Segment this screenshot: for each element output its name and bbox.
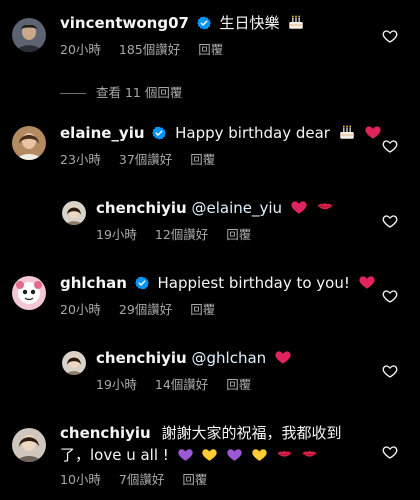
comment-body: Happy birthday dear [175, 124, 330, 142]
comment-time: 20小時 [60, 302, 101, 317]
reply-button[interactable]: 回覆 [226, 227, 251, 242]
comment-text-row: 了，love u all ! [60, 444, 318, 466]
mention-link[interactable]: @ghlchan [192, 349, 267, 367]
comment-meta: 10小時 7個讚好 回覆 [60, 472, 221, 488]
avatar[interactable] [62, 351, 86, 375]
comment-username[interactable]: chenchiyiu [96, 199, 187, 217]
comment-item: chenchiyiu 謝謝大家的祝福，我都收到 了，love u all ! 1… [0, 410, 420, 500]
comment-meta: 19小時 12個讚好 回覆 [96, 227, 265, 243]
kiss-mark-emoji [301, 446, 318, 463]
comment-likes[interactable]: 185個讚好 [119, 42, 180, 57]
comment-username[interactable]: chenchiyiu [96, 349, 187, 367]
purple-heart-emoji [177, 446, 194, 463]
heart-outline-icon[interactable] [382, 288, 398, 304]
kiss-mark-emoji [316, 198, 334, 216]
comment-body: 生日快樂 [219, 14, 280, 32]
comment-body: 了，love u all ! [60, 446, 169, 464]
heart-outline-icon[interactable] [382, 363, 398, 379]
comment-time: 20小時 [60, 42, 101, 57]
birthday-cake-emoji [287, 13, 305, 31]
comment-time: 23小時 [60, 152, 101, 167]
reply-button[interactable]: 回覆 [190, 152, 215, 167]
comment-time: 19小時 [96, 227, 137, 242]
avatar[interactable] [12, 276, 46, 310]
divider-line [60, 93, 86, 94]
comment-body: Happiest birthday to you! [157, 274, 350, 292]
verified-badge-icon [135, 276, 149, 290]
comment-likes[interactable]: 14個讚好 [155, 377, 208, 392]
comment-meta: 23小時 37個讚好 回覆 [60, 152, 229, 168]
comment-item: elaine_yiu Happy birthday dear 23小時 37個讚… [0, 110, 420, 185]
comment-meta: 20小時 185個讚好 回覆 [60, 42, 237, 58]
reply-button[interactable]: 回覆 [226, 377, 251, 392]
heart-outline-icon[interactable] [382, 138, 398, 154]
reply-item: chenchiyiu @ghlchan 19小時 14個讚好 回覆 [0, 335, 420, 410]
yellow-heart-emoji [251, 446, 268, 463]
comment-likes[interactable]: 37個讚好 [119, 152, 172, 167]
heart-outline-icon[interactable] [382, 444, 398, 460]
red-heart-emoji [358, 273, 376, 291]
comment-text-row: chenchiyiu @elaine_yiu [96, 197, 334, 219]
yellow-heart-emoji [201, 446, 218, 463]
comment-username[interactable]: vincentwong07 [60, 14, 189, 32]
reply-button[interactable]: 回覆 [182, 472, 207, 487]
heart-outline-icon[interactable] [382, 28, 398, 44]
view-replies-button[interactable]: 查看 11 個回覆 [60, 82, 182, 101]
comment-item: vincentwong07 生日快樂 20小時 185個讚好 回覆 查看 11 … [0, 0, 420, 110]
comment-body: 謝謝大家的祝福，我都收到 [161, 424, 342, 442]
avatar[interactable] [12, 126, 46, 160]
avatar[interactable] [12, 18, 46, 52]
comment-time: 10小時 [60, 472, 101, 487]
comment-text-row: chenchiyiu 謝謝大家的祝福，我都收到 [60, 422, 342, 444]
reply-button[interactable]: 回覆 [198, 42, 223, 57]
comment-likes[interactable]: 7個讚好 [119, 472, 164, 487]
comment-item: ghlchan Happiest birthday to you! 20小時 2… [0, 260, 420, 335]
heart-outline-icon[interactable] [382, 213, 398, 229]
mention-link[interactable]: @elaine_yiu [192, 199, 283, 217]
verified-badge-icon [152, 126, 166, 140]
birthday-cake-emoji [338, 123, 356, 141]
comment-likes[interactable]: 12個讚好 [155, 227, 208, 242]
red-heart-emoji [290, 198, 308, 216]
purple-heart-emoji [226, 446, 243, 463]
comment-text-row: chenchiyiu @ghlchan [96, 347, 292, 369]
comment-username[interactable]: elaine_yiu [60, 124, 145, 142]
comment-time: 19小時 [96, 377, 137, 392]
comment-text-row: vincentwong07 生日快樂 [60, 12, 305, 34]
comment-meta: 20小時 29個讚好 回覆 [60, 302, 229, 318]
comment-username[interactable]: chenchiyiu [60, 424, 151, 442]
verified-badge-icon [197, 16, 211, 30]
red-heart-emoji [364, 123, 382, 141]
avatar[interactable] [62, 201, 86, 225]
comment-meta: 19小時 14個讚好 回覆 [96, 377, 265, 393]
comment-text-row: ghlchan Happiest birthday to you! [60, 272, 376, 294]
red-heart-emoji [274, 348, 292, 366]
view-replies-label: 查看 11 個回覆 [96, 85, 183, 100]
kiss-mark-emoji [276, 446, 293, 463]
avatar[interactable] [12, 428, 46, 462]
reply-button[interactable]: 回覆 [190, 302, 215, 317]
comment-username[interactable]: ghlchan [60, 274, 127, 292]
reply-item: chenchiyiu @elaine_yiu 19小時 12個讚好 回覆 [0, 185, 420, 260]
comment-text-row: elaine_yiu Happy birthday dear [60, 122, 382, 144]
comment-likes[interactable]: 29個讚好 [119, 302, 172, 317]
